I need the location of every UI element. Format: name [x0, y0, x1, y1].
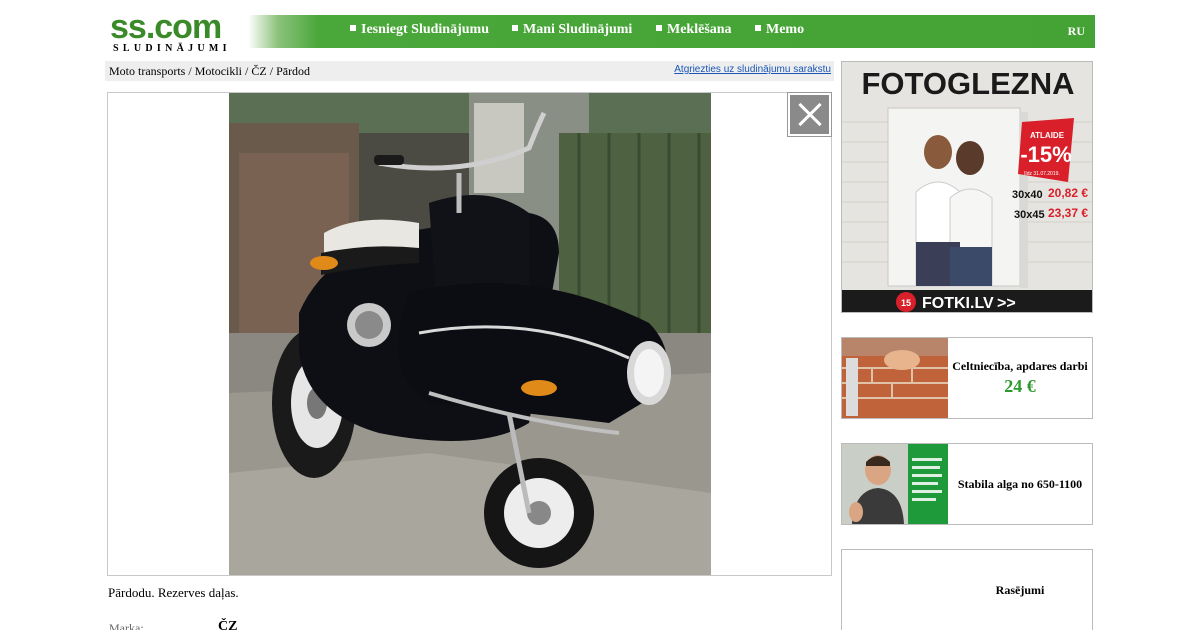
- ad-info: Celtniecība, apdares darbi 24 €: [948, 338, 1092, 418]
- ad-title: Stabila alga no 650-1100: [957, 476, 1083, 491]
- breadcrumb-item[interactable]: Motocikli: [195, 64, 242, 78]
- back-to-list-link[interactable]: Atgriezties uz sludinājumu sarakstu: [674, 64, 831, 75]
- banner-brand-arrows: >>: [997, 295, 1016, 312]
- breadcrumb-separator: /: [266, 64, 277, 78]
- square-bullet-icon: [512, 25, 518, 31]
- site-logo[interactable]: ss.com SLUDINĀJUMI: [110, 8, 240, 54]
- breadcrumb-trail: Moto transports / Motocikli / ČZ / Pārdo…: [109, 64, 310, 79]
- svg-text:15: 15: [901, 298, 911, 308]
- banner-discount: -15%: [1020, 142, 1071, 167]
- ad-card-drawings[interactable]: Rasējumi: [841, 549, 1093, 630]
- breadcrumb-separator: /: [185, 64, 195, 78]
- language-switch[interactable]: RU: [1068, 24, 1085, 39]
- banner-price-1: 20,82 €: [1048, 186, 1088, 200]
- nav-submit-ad[interactable]: Iesniegt Sludinājumu: [350, 22, 489, 38]
- banner-ad-fotogleza[interactable]: FOTOGLEZNA ATLAIDE -15% līdz 31.07.2019.…: [841, 61, 1093, 313]
- banner-headline: FOTOGLEZNA: [862, 66, 1075, 101]
- ad-card-job[interactable]: Stabila alga no 650-1100: [841, 443, 1093, 525]
- listing-description: Pārdodu. Rezerves daļas.: [108, 585, 239, 600]
- banner-size-1: 30x40: [1012, 189, 1043, 201]
- ad-info: Stabila alga no 650-1100: [948, 444, 1092, 524]
- nav-my-ads[interactable]: Mani Sludinājumi: [512, 22, 632, 38]
- ad-title: Rasējumi: [995, 582, 1045, 597]
- banner-discount-label: ATLAIDE: [1030, 131, 1065, 140]
- breadcrumb-item[interactable]: Moto transports: [109, 64, 185, 78]
- square-bullet-icon: [755, 25, 761, 31]
- nav-label: Meklēšana: [667, 22, 732, 37]
- photo-viewer: [107, 92, 832, 576]
- ad-price: 24 €: [1004, 376, 1036, 396]
- logo-subtitle: SLUDINĀJUMI: [113, 43, 231, 54]
- banner-brand: FOTKI.LV: [922, 295, 994, 312]
- breadcrumb-item[interactable]: ČZ: [251, 64, 266, 78]
- banner-until: līdz 31.07.2019.: [1024, 171, 1060, 177]
- ad-info: Rasējumi: [948, 550, 1092, 630]
- ad-thumbnail: [842, 550, 948, 630]
- breadcrumb: Moto transports / Motocikli / ČZ / Pārdo…: [105, 61, 834, 81]
- square-bullet-icon: [656, 25, 662, 31]
- ad-title: Celtniecība, apdares darbi: [952, 359, 1088, 373]
- ad-thumbnail: [842, 444, 948, 524]
- param-value-make: ČZ: [218, 619, 238, 630]
- param-label-make: Marka:: [109, 621, 144, 630]
- main-navigation: Iesniegt Sludinājumu Mani Sludinājumi Me…: [248, 15, 1095, 48]
- close-icon[interactable]: [787, 92, 832, 137]
- ad-card-construction[interactable]: Celtniecība, apdares darbi 24 €: [841, 337, 1093, 419]
- banner-price-2: 23,37 €: [1048, 206, 1088, 220]
- listing-photo[interactable]: [229, 93, 711, 575]
- breadcrumb-separator: /: [242, 64, 252, 78]
- ad-thumbnail: [842, 338, 948, 418]
- nav-label: Iesniegt Sludinājumu: [361, 22, 489, 37]
- nav-search[interactable]: Meklēšana: [656, 22, 732, 38]
- breadcrumb-item[interactable]: Pārdod: [276, 64, 310, 78]
- nav-label: Memo: [766, 22, 805, 37]
- nav-label: Mani Sludinājumi: [523, 22, 633, 37]
- logo-text: ss.com: [110, 8, 222, 46]
- nav-memo[interactable]: Memo: [755, 22, 804, 38]
- banner-size-2: 30x45: [1014, 209, 1045, 221]
- square-bullet-icon: [350, 25, 356, 31]
